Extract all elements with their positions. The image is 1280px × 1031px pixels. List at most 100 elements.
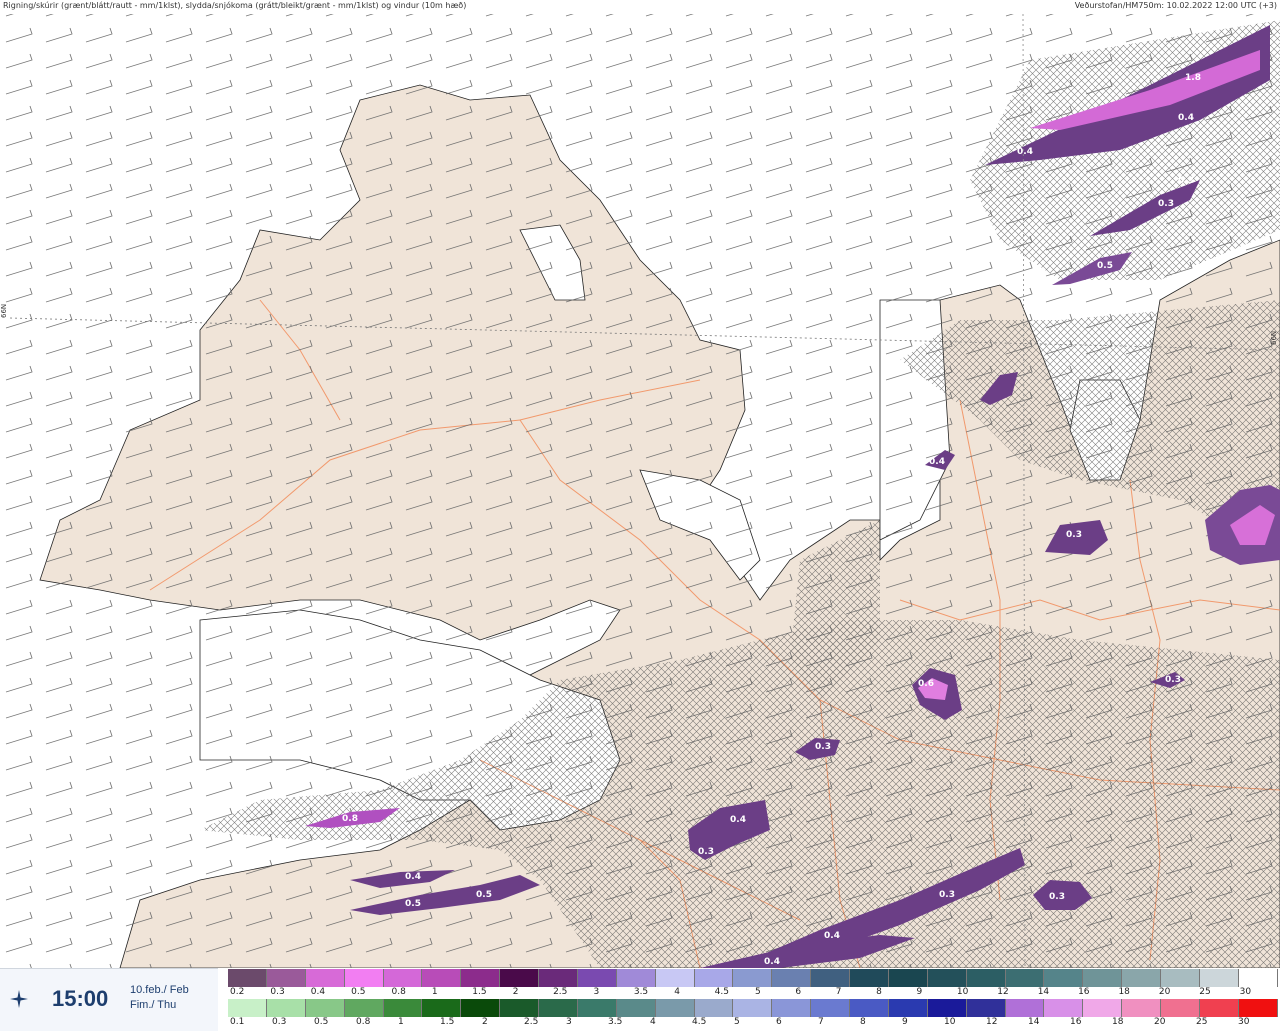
- lat-label-left: 66N: [0, 304, 8, 318]
- scale-swatch: [888, 999, 928, 1017]
- scale-tick-label: 2.5: [524, 1017, 539, 1027]
- scale-swatch: [1161, 999, 1200, 1017]
- scale-swatch: [888, 969, 928, 987]
- forecast-time: 15:00: [52, 986, 109, 1011]
- scale-tick-label: 0.3: [270, 987, 285, 997]
- scale-tick-label: 6: [795, 987, 802, 997]
- precip-label: 0.4: [1017, 147, 1033, 157]
- scale-tick-label: 4: [650, 1017, 656, 1027]
- scale-swatch: [1238, 969, 1278, 987]
- scale-tick-label: 7: [818, 1017, 824, 1027]
- scale-swatch: [383, 969, 423, 987]
- precip-label: 0.4: [929, 457, 945, 467]
- scale-swatch: [1199, 999, 1239, 1017]
- scale-tick-label: 0.4: [310, 987, 326, 997]
- scale-tick-label: 16: [1070, 1017, 1082, 1027]
- precip-label: 0.4: [1178, 113, 1194, 123]
- precip-label: 1.8: [1185, 73, 1201, 83]
- scale-swatch: [616, 969, 656, 987]
- scale-swatch: [655, 969, 695, 987]
- scale-tick-label: 20: [1158, 987, 1171, 997]
- scale-tick-label: 2: [482, 1017, 488, 1027]
- lat-label-right: 66N: [1270, 331, 1278, 345]
- scale-swatch: [422, 999, 462, 1017]
- scale-tick-label: 3: [566, 1017, 572, 1027]
- scale-swatch: [966, 999, 1006, 1017]
- scale-tick-label: 10: [956, 987, 969, 997]
- scale-swatch: [539, 969, 578, 987]
- scale-swatch: [1122, 969, 1161, 987]
- scale-swatch: [422, 969, 462, 987]
- scale-tick-label: 14: [1037, 987, 1050, 997]
- scale-tick-label: 10: [944, 1017, 956, 1027]
- scale-swatch: [1083, 969, 1123, 987]
- precip-label: 0.3: [815, 742, 831, 752]
- scale-tick-label: 25: [1199, 987, 1211, 997]
- scale-tick-label: 0.5: [314, 1017, 329, 1027]
- precip-label: 0.4: [824, 931, 840, 941]
- scale-tick-label: 20: [1154, 1017, 1166, 1027]
- precip-label: 0.4: [764, 957, 780, 967]
- scale-swatch: [772, 969, 812, 987]
- scale-tick-label: 1.5: [472, 987, 487, 997]
- precip-label: 0.5: [476, 890, 492, 900]
- scale-swatch: [1005, 999, 1045, 1017]
- scale-swatch: [927, 999, 967, 1017]
- time-panel: [0, 968, 218, 1031]
- precip-label: 0.3: [1158, 199, 1174, 209]
- scale-swatch: [966, 969, 1006, 987]
- scale-tick-label: 5: [755, 987, 761, 997]
- scale-tick-label: 3: [593, 987, 600, 997]
- scale-swatch: [1238, 999, 1278, 1017]
- scale-tick-label: 9: [902, 1017, 908, 1027]
- scale-swatch: [694, 999, 734, 1017]
- scale-tick-label: 12: [986, 1017, 998, 1027]
- scale-tick-label: 14: [1028, 1017, 1040, 1027]
- scale-tick-label: 2: [512, 987, 519, 997]
- scale-tick-label: 16: [1078, 987, 1090, 997]
- forecast-date: 10.feb./ Feb: [130, 984, 189, 996]
- scale-swatch: [383, 999, 423, 1017]
- precip-label: 0.4: [730, 815, 746, 825]
- scale-swatch: [1005, 969, 1045, 987]
- precip-label: 0.3: [939, 890, 955, 900]
- scale-swatch: [1083, 999, 1123, 1017]
- scale-tick-label: 0.3: [272, 1017, 287, 1027]
- scale-swatch: [305, 969, 345, 987]
- precip-label: 0.3: [698, 847, 714, 857]
- scale-swatch: [344, 999, 384, 1017]
- scale-swatch: [694, 969, 734, 987]
- star-logo-icon: [10, 990, 28, 1008]
- scale-swatch: [850, 969, 889, 987]
- scale-tick-label: 5: [734, 1017, 740, 1027]
- scale-tick-label: 25: [1196, 1017, 1208, 1027]
- scale-swatch: [500, 969, 539, 987]
- scale-tick-label: 4.5: [692, 1017, 707, 1027]
- sleet-snow-color-scale: [228, 969, 1278, 987]
- scale-tick-label: 1.5: [440, 1017, 455, 1027]
- scale-swatch: [539, 999, 578, 1017]
- scale-swatch: [811, 969, 850, 987]
- scale-swatch: [228, 969, 267, 987]
- scale-tick-label: 0.2: [230, 987, 245, 997]
- scale-tick-label: 4: [674, 987, 680, 997]
- scale-swatch: [1044, 999, 1084, 1017]
- scale-swatch: [1199, 969, 1239, 987]
- weather-map: 66N 66N 1.8 0.4 0.4 0.3 0.3 0.5 0.4 0.3 …: [0, 12, 1280, 968]
- scale-swatch: [305, 999, 345, 1017]
- scale-tick-label: 7: [835, 987, 842, 997]
- precip-label: 0.3: [1165, 675, 1181, 685]
- scale-tick-label: 1: [398, 1017, 404, 1027]
- precip-label: 0.8: [342, 814, 358, 824]
- scale-tick-label: 8: [860, 1017, 866, 1027]
- scale-tick-label: 3.5: [608, 1017, 623, 1027]
- precip-label: 0.3: [1049, 892, 1065, 902]
- precip-label: 0.3: [1066, 530, 1082, 540]
- scale-tick-label: 3.5: [633, 987, 649, 997]
- scale-swatch: [772, 999, 812, 1017]
- scale-swatch: [461, 969, 501, 987]
- scale-swatch: [1044, 969, 1084, 987]
- scale-tick-label: 30: [1238, 1017, 1250, 1027]
- precip-label: 0.3: [1178, 176, 1194, 186]
- scale-tick-label: 1: [431, 987, 438, 997]
